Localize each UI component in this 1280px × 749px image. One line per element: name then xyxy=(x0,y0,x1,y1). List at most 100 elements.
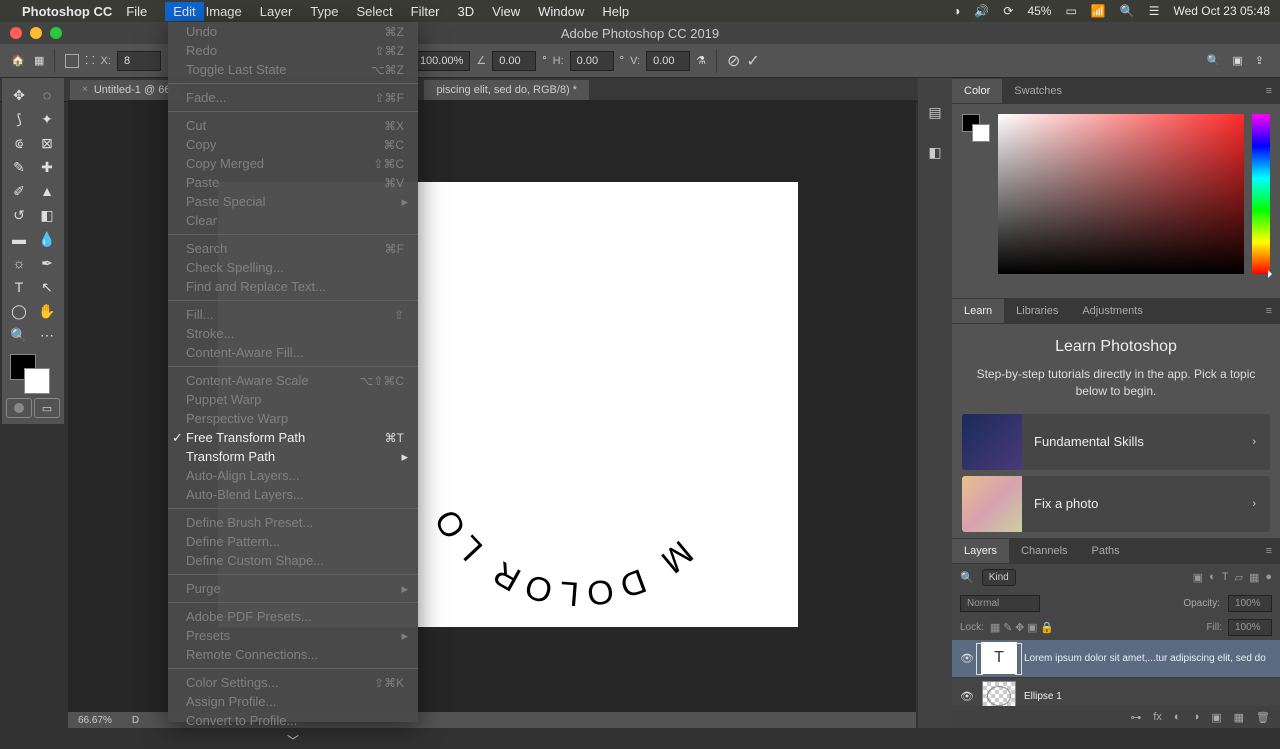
panel-menu-icon[interactable]: ≡ xyxy=(1258,305,1280,317)
filter-smart-icon[interactable]: ▦ xyxy=(1249,571,1259,584)
sync-icon[interactable]: ⟳ xyxy=(1003,4,1013,18)
marquee-tool[interactable]: ◌ xyxy=(34,84,60,106)
dodge-tool[interactable]: ☼ xyxy=(6,252,32,274)
zoom-window-button[interactable] xyxy=(50,27,62,39)
panel-menu-icon[interactable]: ≡ xyxy=(1258,545,1280,557)
screen-mode-button[interactable]: ▭ xyxy=(34,398,60,418)
path-select-tool[interactable]: ↖ xyxy=(34,276,60,298)
h-field[interactable]: 0.00 xyxy=(570,51,614,71)
mask-icon[interactable]: ◐ xyxy=(1174,711,1181,723)
zoom-level[interactable]: 66.67% xyxy=(78,715,112,726)
background-swatch[interactable] xyxy=(24,368,50,394)
quick-mask-button[interactable] xyxy=(6,398,32,418)
tab-layers[interactable]: Layers xyxy=(952,539,1009,563)
blur-tool[interactable]: 💧 xyxy=(34,228,60,250)
layer-row[interactable]: 👁 T Lorem ipsum dolor sit amet,...tur ad… xyxy=(952,640,1280,678)
lasso-tool[interactable]: ⟆ xyxy=(6,108,32,130)
move-tool[interactable]: ✥ xyxy=(6,84,32,106)
menu-image[interactable]: Image xyxy=(206,4,242,19)
share-icon[interactable]: ⇪ xyxy=(1255,54,1264,67)
menu-filter[interactable]: Filter xyxy=(411,4,440,19)
menu-help[interactable]: Help xyxy=(602,4,629,19)
menu-scroll-down-icon[interactable]: ﹀ xyxy=(168,730,418,749)
app-name[interactable]: Photoshop CC xyxy=(22,4,112,19)
ellipse-tool[interactable]: ◯ xyxy=(6,300,32,322)
curved-text[interactable]: M DOLOR LO xyxy=(418,282,738,602)
delete-layer-icon[interactable]: 🗑 xyxy=(1256,711,1270,724)
angle-field[interactable]: 0.00 xyxy=(492,51,536,71)
v-field[interactable]: 0.00 xyxy=(646,51,690,71)
search-icon[interactable]: 🔍 xyxy=(1207,54,1221,67)
layer-name[interactable]: Ellipse 1 xyxy=(1024,691,1272,702)
more-tools[interactable]: ⋯ xyxy=(34,324,60,346)
properties-panel-icon[interactable]: ◧ xyxy=(925,142,945,162)
gradient-tool[interactable]: ▬ xyxy=(6,228,32,250)
learn-card[interactable]: Fundamental Skills › xyxy=(962,414,1270,470)
cancel-transform-button[interactable]: ⊘ xyxy=(727,51,740,71)
warp-icon[interactable]: ⚗ xyxy=(696,54,706,67)
volume-icon[interactable]: 🔊 xyxy=(974,4,989,18)
status-icon[interactable]: ◑ xyxy=(953,4,960,18)
brush-tool[interactable]: ✐ xyxy=(6,180,32,202)
visibility-toggle[interactable]: 👁 xyxy=(960,690,974,703)
doc-info[interactable]: D xyxy=(132,715,139,726)
x-field[interactable]: 8 xyxy=(117,51,161,71)
document-tab[interactable]: piscing elit, sed do, RGB/8) * xyxy=(424,80,589,100)
lock-buttons[interactable]: ▦ ✎ ✥ ▣ 🔒 xyxy=(990,621,1054,634)
eraser-tool[interactable]: ◧ xyxy=(34,204,60,226)
pen-tool[interactable]: ✒ xyxy=(34,252,60,274)
fill-field[interactable]: 100% xyxy=(1228,619,1272,636)
tab-libraries[interactable]: Libraries xyxy=(1004,299,1070,323)
healing-tool[interactable]: ✚ xyxy=(34,156,60,178)
wifi-icon[interactable]: 📶 xyxy=(1091,4,1106,18)
color-mini-swatches[interactable] xyxy=(962,114,990,288)
anchor-grid-icon[interactable]: ⸬ xyxy=(85,53,94,68)
w-field[interactable]: 100.00% xyxy=(413,51,470,71)
hand-tool[interactable]: ✋ xyxy=(34,300,60,322)
menu-type[interactable]: Type xyxy=(310,4,338,19)
workspace-icon[interactable]: ▣ xyxy=(1232,54,1242,67)
filter-adjust-icon[interactable]: ◐ xyxy=(1209,571,1216,584)
filter-shape-icon[interactable]: ▱ xyxy=(1234,571,1242,584)
menu-layer[interactable]: Layer xyxy=(260,4,293,19)
crop-tool[interactable]: ⟃ xyxy=(6,132,32,154)
link-layers-icon[interactable]: ⊶ xyxy=(1130,711,1141,724)
commit-transform-button[interactable]: ✓ xyxy=(746,51,759,71)
filter-type-icon[interactable]: T xyxy=(1222,571,1229,584)
tab-adjustments[interactable]: Adjustments xyxy=(1070,299,1155,323)
menu-3d[interactable]: 3D xyxy=(458,4,475,19)
quick-select-tool[interactable]: ✦ xyxy=(34,108,60,130)
home-button[interactable]: 🏠 xyxy=(8,51,28,71)
minimize-window-button[interactable] xyxy=(30,27,42,39)
opacity-field[interactable]: 100% xyxy=(1228,595,1272,612)
history-brush-tool[interactable]: ↺ xyxy=(6,204,32,226)
learn-card[interactable]: Fix a photo › xyxy=(962,476,1270,532)
fx-icon[interactable]: fx xyxy=(1153,711,1162,723)
color-swatches[interactable] xyxy=(6,352,60,396)
filter-toggle[interactable]: ● xyxy=(1265,571,1272,584)
tab-paths[interactable]: Paths xyxy=(1080,539,1132,563)
hue-slider[interactable] xyxy=(1252,114,1270,274)
frame-tool[interactable]: ⊠ xyxy=(34,132,60,154)
menu-item[interactable]: ✓Free Transform Path⌘T xyxy=(168,428,418,447)
filter-kind-dropdown[interactable]: Kind xyxy=(982,569,1016,586)
spotlight-icon[interactable]: 🔍 xyxy=(1120,4,1135,18)
close-tab-icon[interactable]: × xyxy=(82,84,88,95)
tab-swatches[interactable]: Swatches xyxy=(1002,79,1074,103)
stamp-tool[interactable]: ▲ xyxy=(34,180,60,202)
type-tool[interactable]: T xyxy=(6,276,32,298)
layer-name[interactable]: Lorem ipsum dolor sit amet,...tur adipis… xyxy=(1024,653,1272,664)
reference-point-icon[interactable] xyxy=(65,54,79,68)
visibility-toggle[interactable]: 👁 xyxy=(960,652,974,665)
tab-color[interactable]: Color xyxy=(952,79,1002,103)
panel-menu-icon[interactable]: ≡ xyxy=(1258,85,1280,97)
zoom-tool[interactable]: 🔍 xyxy=(6,324,32,346)
document-tab[interactable]: × Untitled-1 @ 66 xyxy=(70,80,182,100)
history-panel-icon[interactable]: ▤ xyxy=(925,102,945,122)
menu-window[interactable]: Window xyxy=(538,4,584,19)
menu-edit[interactable]: Edit xyxy=(165,2,203,21)
menu-view[interactable]: View xyxy=(492,4,520,19)
blend-mode-dropdown[interactable]: Normal xyxy=(960,595,1040,612)
menu-item[interactable]: Transform Path▸ xyxy=(168,447,418,466)
control-center-icon[interactable]: ☰ xyxy=(1149,4,1160,18)
